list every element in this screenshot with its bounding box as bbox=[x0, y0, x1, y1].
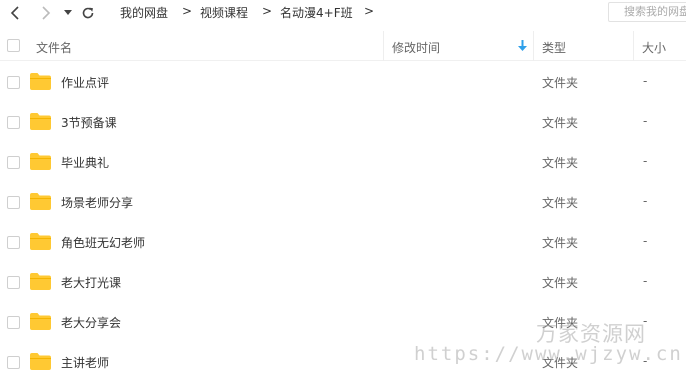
file-list-header: 文件名 修改时间 类型 大小 bbox=[0, 31, 686, 61]
breadcrumb-separator: > bbox=[262, 4, 273, 18]
column-header-modified[interactable]: 修改时间 bbox=[392, 39, 440, 56]
file-name[interactable]: 3节预备课 bbox=[61, 114, 117, 131]
forward-button[interactable] bbox=[37, 3, 55, 23]
row-checkbox[interactable] bbox=[7, 276, 20, 289]
folder-icon bbox=[30, 353, 51, 370]
file-size: - bbox=[643, 154, 648, 168]
refresh-icon bbox=[82, 7, 94, 19]
row-checkbox[interactable] bbox=[7, 76, 20, 89]
file-size: - bbox=[643, 274, 648, 288]
file-type: 文件夹 bbox=[542, 196, 579, 210]
toolbar: 我的网盘 > 视频课程 > 名动漫4+F班 > 搜索我的网盘文件 bbox=[0, 0, 686, 26]
list-item[interactable]: 毕业典礼 文件夹 - bbox=[0, 142, 686, 182]
list-item[interactable]: 场景老师分享 文件夹 - bbox=[0, 182, 686, 222]
column-header-type[interactable]: 类型 bbox=[542, 39, 566, 56]
folder-icon bbox=[30, 273, 51, 290]
back-button[interactable] bbox=[6, 3, 24, 23]
file-size: - bbox=[643, 354, 648, 368]
file-size: - bbox=[643, 114, 648, 128]
list-item[interactable]: 角色班无幻老师 文件夹 - bbox=[0, 222, 686, 262]
file-size: - bbox=[643, 74, 648, 88]
chevron-left-icon bbox=[10, 6, 19, 20]
file-size: - bbox=[643, 314, 648, 328]
file-name[interactable]: 主讲老师 bbox=[61, 354, 109, 371]
folder-icon bbox=[30, 153, 51, 170]
row-checkbox[interactable] bbox=[7, 356, 20, 369]
refresh-button[interactable] bbox=[79, 3, 97, 23]
file-name[interactable]: 老大打光课 bbox=[61, 274, 121, 291]
file-type: 文件夹 bbox=[542, 156, 579, 170]
file-type: 文件夹 bbox=[542, 236, 579, 250]
file-type: 文件夹 bbox=[542, 356, 579, 370]
file-name[interactable]: 老大分享会 bbox=[61, 314, 121, 331]
breadcrumb-item-my-drive[interactable]: 我的网盘 bbox=[120, 4, 168, 21]
select-all-checkbox[interactable] bbox=[7, 39, 20, 52]
breadcrumb-item-video-courses[interactable]: 视频课程 bbox=[200, 4, 248, 21]
row-checkbox[interactable] bbox=[7, 156, 20, 169]
history-dropdown-button[interactable] bbox=[62, 3, 74, 23]
file-type: 文件夹 bbox=[542, 76, 579, 90]
row-checkbox[interactable] bbox=[7, 316, 20, 329]
folder-icon bbox=[30, 113, 51, 130]
column-divider[interactable] bbox=[383, 31, 384, 61]
folder-icon bbox=[30, 313, 51, 330]
column-header-name[interactable]: 文件名 bbox=[36, 39, 72, 56]
caret-down-icon bbox=[64, 10, 72, 15]
file-size: - bbox=[643, 234, 648, 248]
search-input[interactable]: 搜索我的网盘文件 bbox=[608, 2, 686, 22]
row-checkbox[interactable] bbox=[7, 196, 20, 209]
row-checkbox[interactable] bbox=[7, 116, 20, 129]
breadcrumb-separator: > bbox=[182, 4, 193, 18]
breadcrumb-separator: > bbox=[364, 4, 375, 18]
file-type: 文件夹 bbox=[542, 116, 579, 130]
folder-icon bbox=[30, 233, 51, 250]
file-size: - bbox=[643, 194, 648, 208]
list-item[interactable]: 老大分享会 文件夹 - bbox=[0, 302, 686, 342]
file-name[interactable]: 毕业典礼 bbox=[61, 154, 109, 171]
column-divider[interactable] bbox=[633, 31, 634, 61]
file-type: 文件夹 bbox=[542, 316, 579, 330]
file-name[interactable]: 场景老师分享 bbox=[61, 194, 133, 211]
chevron-right-icon bbox=[42, 6, 51, 20]
column-header-size[interactable]: 大小 bbox=[642, 39, 666, 56]
list-item[interactable]: 作业点评 文件夹 - bbox=[0, 62, 686, 102]
folder-icon bbox=[30, 193, 51, 210]
list-item[interactable]: 3节预备课 文件夹 - bbox=[0, 102, 686, 142]
file-name[interactable]: 角色班无幻老师 bbox=[61, 234, 145, 251]
row-checkbox[interactable] bbox=[7, 236, 20, 249]
folder-icon bbox=[30, 73, 51, 90]
column-divider[interactable] bbox=[533, 31, 534, 61]
sort-down-arrow-icon[interactable] bbox=[518, 40, 527, 52]
breadcrumb-item-current-folder[interactable]: 名动漫4+F班 bbox=[280, 4, 353, 21]
list-item[interactable]: 老大打光课 文件夹 - bbox=[0, 262, 686, 302]
file-type: 文件夹 bbox=[542, 276, 579, 290]
list-item[interactable]: 主讲老师 文件夹 - bbox=[0, 342, 686, 382]
file-name[interactable]: 作业点评 bbox=[61, 74, 109, 91]
